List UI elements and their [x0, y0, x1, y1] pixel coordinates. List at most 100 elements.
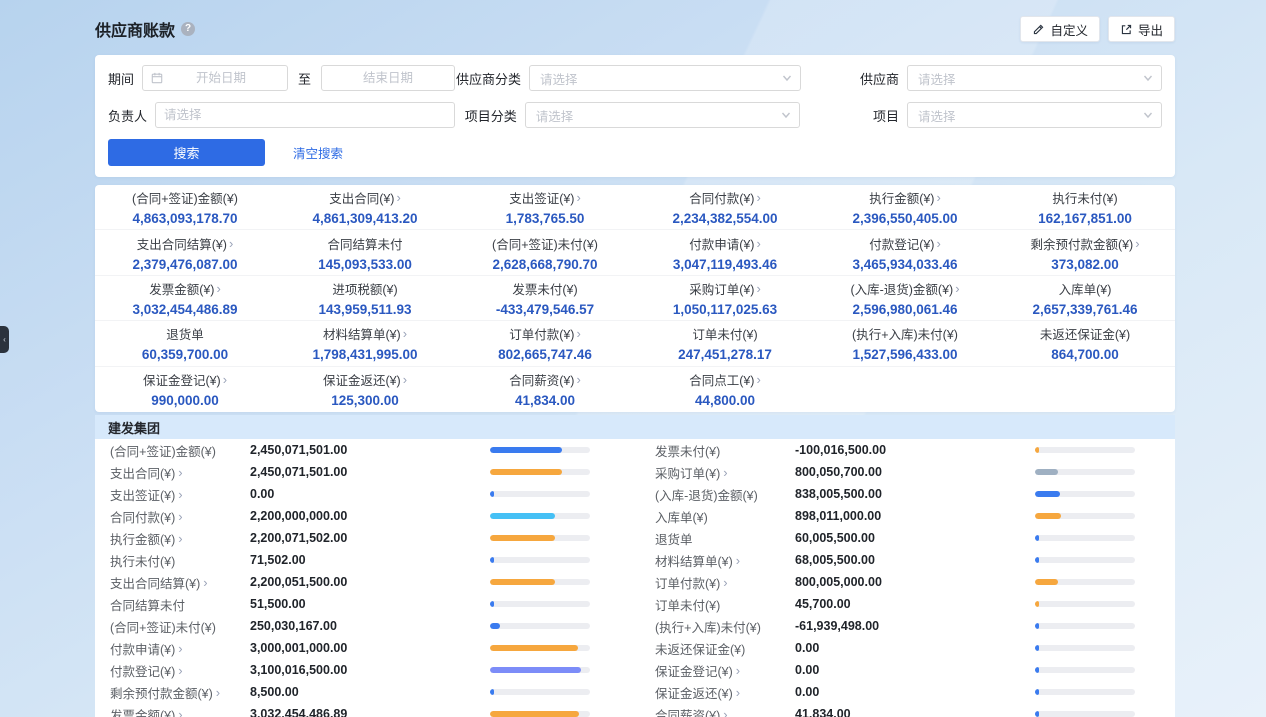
- summary-card[interactable]: 材料结算单(¥)›1,798,431,995.00: [275, 321, 455, 366]
- metric-label[interactable]: 支出签证(¥)›: [110, 485, 250, 504]
- metric-progress-fill: [1035, 447, 1039, 453]
- supplier-category-select[interactable]: 请选择: [529, 65, 801, 91]
- owner-input[interactable]: [155, 102, 455, 128]
- summary-card[interactable]: 支出签证(¥)›1,783,765.50: [455, 185, 635, 230]
- summary-card: (合同+签证)未付(¥)2,628,668,790.70: [455, 230, 635, 275]
- supplier-select[interactable]: 请选择: [907, 65, 1162, 91]
- end-date-input[interactable]: [321, 65, 455, 91]
- collapse-drawer-handle[interactable]: ‹: [0, 326, 9, 353]
- metric-progress-bar: [1035, 623, 1135, 629]
- chevron-right-icon: ›: [955, 281, 959, 296]
- metric-progress-fill: [490, 535, 555, 541]
- summary-value: 162,167,851.00: [1038, 211, 1132, 226]
- metric-label[interactable]: 采购订单(¥)›: [655, 463, 795, 482]
- metric-label: 订单未付(¥): [655, 595, 795, 614]
- project-select[interactable]: 请选择: [907, 102, 1162, 128]
- project-category-select[interactable]: 请选择: [525, 102, 800, 128]
- chevron-right-icon: ›: [1135, 236, 1139, 251]
- metric-progress-bar: [490, 645, 590, 651]
- summary-card[interactable]: 采购订单(¥)›1,050,117,025.63: [635, 276, 815, 321]
- metric-label[interactable]: 付款申请(¥)›: [110, 639, 250, 658]
- metric-progress-bar: [490, 535, 590, 541]
- summary-card[interactable]: 发票金额(¥)›3,032,454,486.89: [95, 276, 275, 321]
- metric-progress-bar: [1035, 667, 1135, 673]
- calendar-icon: [151, 72, 163, 84]
- page-header: 供应商账款 ? 自定义 导出: [95, 16, 1175, 42]
- summary-card[interactable]: 付款申请(¥)›3,047,119,493.46: [635, 230, 815, 275]
- clear-search-link[interactable]: 清空搜索: [293, 143, 343, 162]
- chevron-down-icon: [1143, 73, 1153, 83]
- summary-card[interactable]: 支出合同结算(¥)›2,379,476,087.00: [95, 230, 275, 275]
- summary-value: 373,082.00: [1051, 257, 1119, 272]
- metric-progress-fill: [1035, 667, 1039, 673]
- chevron-right-icon: ›: [756, 236, 760, 251]
- supplier-category-label: 供应商分类: [456, 69, 521, 88]
- metric-progress-fill: [490, 623, 500, 629]
- summary-label: 退货单: [166, 324, 204, 343]
- metric-progress-fill: [490, 601, 494, 607]
- end-date-field[interactable]: [330, 71, 446, 85]
- metric-label[interactable]: 付款登记(¥)›: [110, 661, 250, 680]
- metric-progress-fill: [490, 513, 555, 519]
- group-band: 建发集团: [95, 415, 1175, 439]
- metric-label[interactable]: 保证金返还(¥)›: [655, 683, 795, 702]
- summary-card[interactable]: 执行金额(¥)›2,396,550,405.00: [815, 185, 995, 230]
- metric-label[interactable]: 材料结算单(¥)›: [655, 551, 795, 570]
- summary-card[interactable]: 合同薪资(¥)›41,834.00: [455, 367, 635, 412]
- metric-label[interactable]: 支出合同结算(¥)›: [110, 573, 250, 592]
- summary-label: 合同付款(¥)›: [689, 188, 761, 207]
- metric-progress-fill: [490, 557, 494, 563]
- summary-card[interactable]: 付款登记(¥)›3,465,934,033.46: [815, 230, 995, 275]
- chevron-down-icon: [781, 110, 791, 120]
- summary-card[interactable]: 订单付款(¥)›802,665,747.46: [455, 321, 635, 366]
- metric-value: 60,005,500.00: [795, 531, 1035, 545]
- metric-label[interactable]: 执行金额(¥)›: [110, 529, 250, 548]
- metric-label[interactable]: 合同付款(¥)›: [110, 507, 250, 526]
- chevron-right-icon: ›: [723, 575, 727, 590]
- metric-progress-bar: [490, 557, 590, 563]
- metric-progress-bar: [1035, 711, 1135, 717]
- summary-label: (入库-退货)金额(¥)›: [850, 279, 959, 298]
- summary-card: 进项税额(¥)143,959,511.93: [275, 276, 455, 321]
- metric-label[interactable]: 保证金登记(¥)›: [655, 661, 795, 680]
- metric-progress-bar: [1035, 557, 1135, 563]
- summary-card[interactable]: 保证金登记(¥)›990,000.00: [95, 367, 275, 412]
- metric-label[interactable]: 订单付款(¥)›: [655, 573, 795, 592]
- metric-progress-fill: [490, 579, 555, 585]
- metric-progress-bar: [1035, 601, 1135, 607]
- metric-label[interactable]: 剩余预付款金额(¥)›: [110, 683, 250, 702]
- start-date-input[interactable]: [142, 65, 288, 91]
- owner-field[interactable]: [164, 108, 446, 122]
- chevron-right-icon: ›: [936, 190, 940, 205]
- export-button[interactable]: 导出: [1108, 16, 1175, 42]
- metric-progress-fill: [1035, 601, 1039, 607]
- metric-progress-bar: [490, 689, 590, 695]
- summary-card[interactable]: 剩余预付款金额(¥)›373,082.00: [995, 230, 1175, 275]
- summary-card[interactable]: 保证金返还(¥)›125,300.00: [275, 367, 455, 412]
- summary-card[interactable]: 合同点工(¥)›44,800.00: [635, 367, 815, 412]
- metric-progress-fill: [490, 711, 579, 717]
- search-button[interactable]: 搜索: [108, 139, 265, 166]
- summary-card[interactable]: 合同付款(¥)›2,234,382,554.00: [635, 185, 815, 230]
- metric-label: 发票未付(¥): [655, 441, 795, 460]
- metric-progress-bar: [490, 491, 590, 497]
- summary-card[interactable]: 支出合同(¥)›4,861,309,413.20: [275, 185, 455, 230]
- metric-value: 250,030,167.00: [250, 619, 490, 633]
- export-button-label: 导出: [1138, 20, 1163, 39]
- start-date-field[interactable]: [163, 71, 279, 85]
- help-icon[interactable]: ?: [181, 22, 195, 36]
- metric-progress-fill: [490, 447, 562, 453]
- summary-label: 执行金额(¥)›: [869, 188, 941, 207]
- summary-card[interactable]: (入库-退货)金额(¥)›2,596,980,061.46: [815, 276, 995, 321]
- customize-button[interactable]: 自定义: [1020, 16, 1100, 42]
- metric-label[interactable]: 发票金额(¥)›: [110, 705, 250, 717]
- metric-progress-fill: [1035, 535, 1039, 541]
- chevron-right-icon: ›: [223, 372, 227, 387]
- metric-label[interactable]: 支出合同(¥)›: [110, 463, 250, 482]
- metric-value: 3,032,454,486.89: [250, 707, 490, 717]
- supplier-category-placeholder: 请选择: [540, 69, 578, 88]
- detail-row: 入库单(¥)898,011,000.00: [655, 505, 1135, 527]
- group-name: 建发集团: [108, 418, 160, 437]
- metric-label[interactable]: 合同薪资(¥)›: [655, 705, 795, 717]
- summary-value: 125,300.00: [331, 393, 399, 408]
